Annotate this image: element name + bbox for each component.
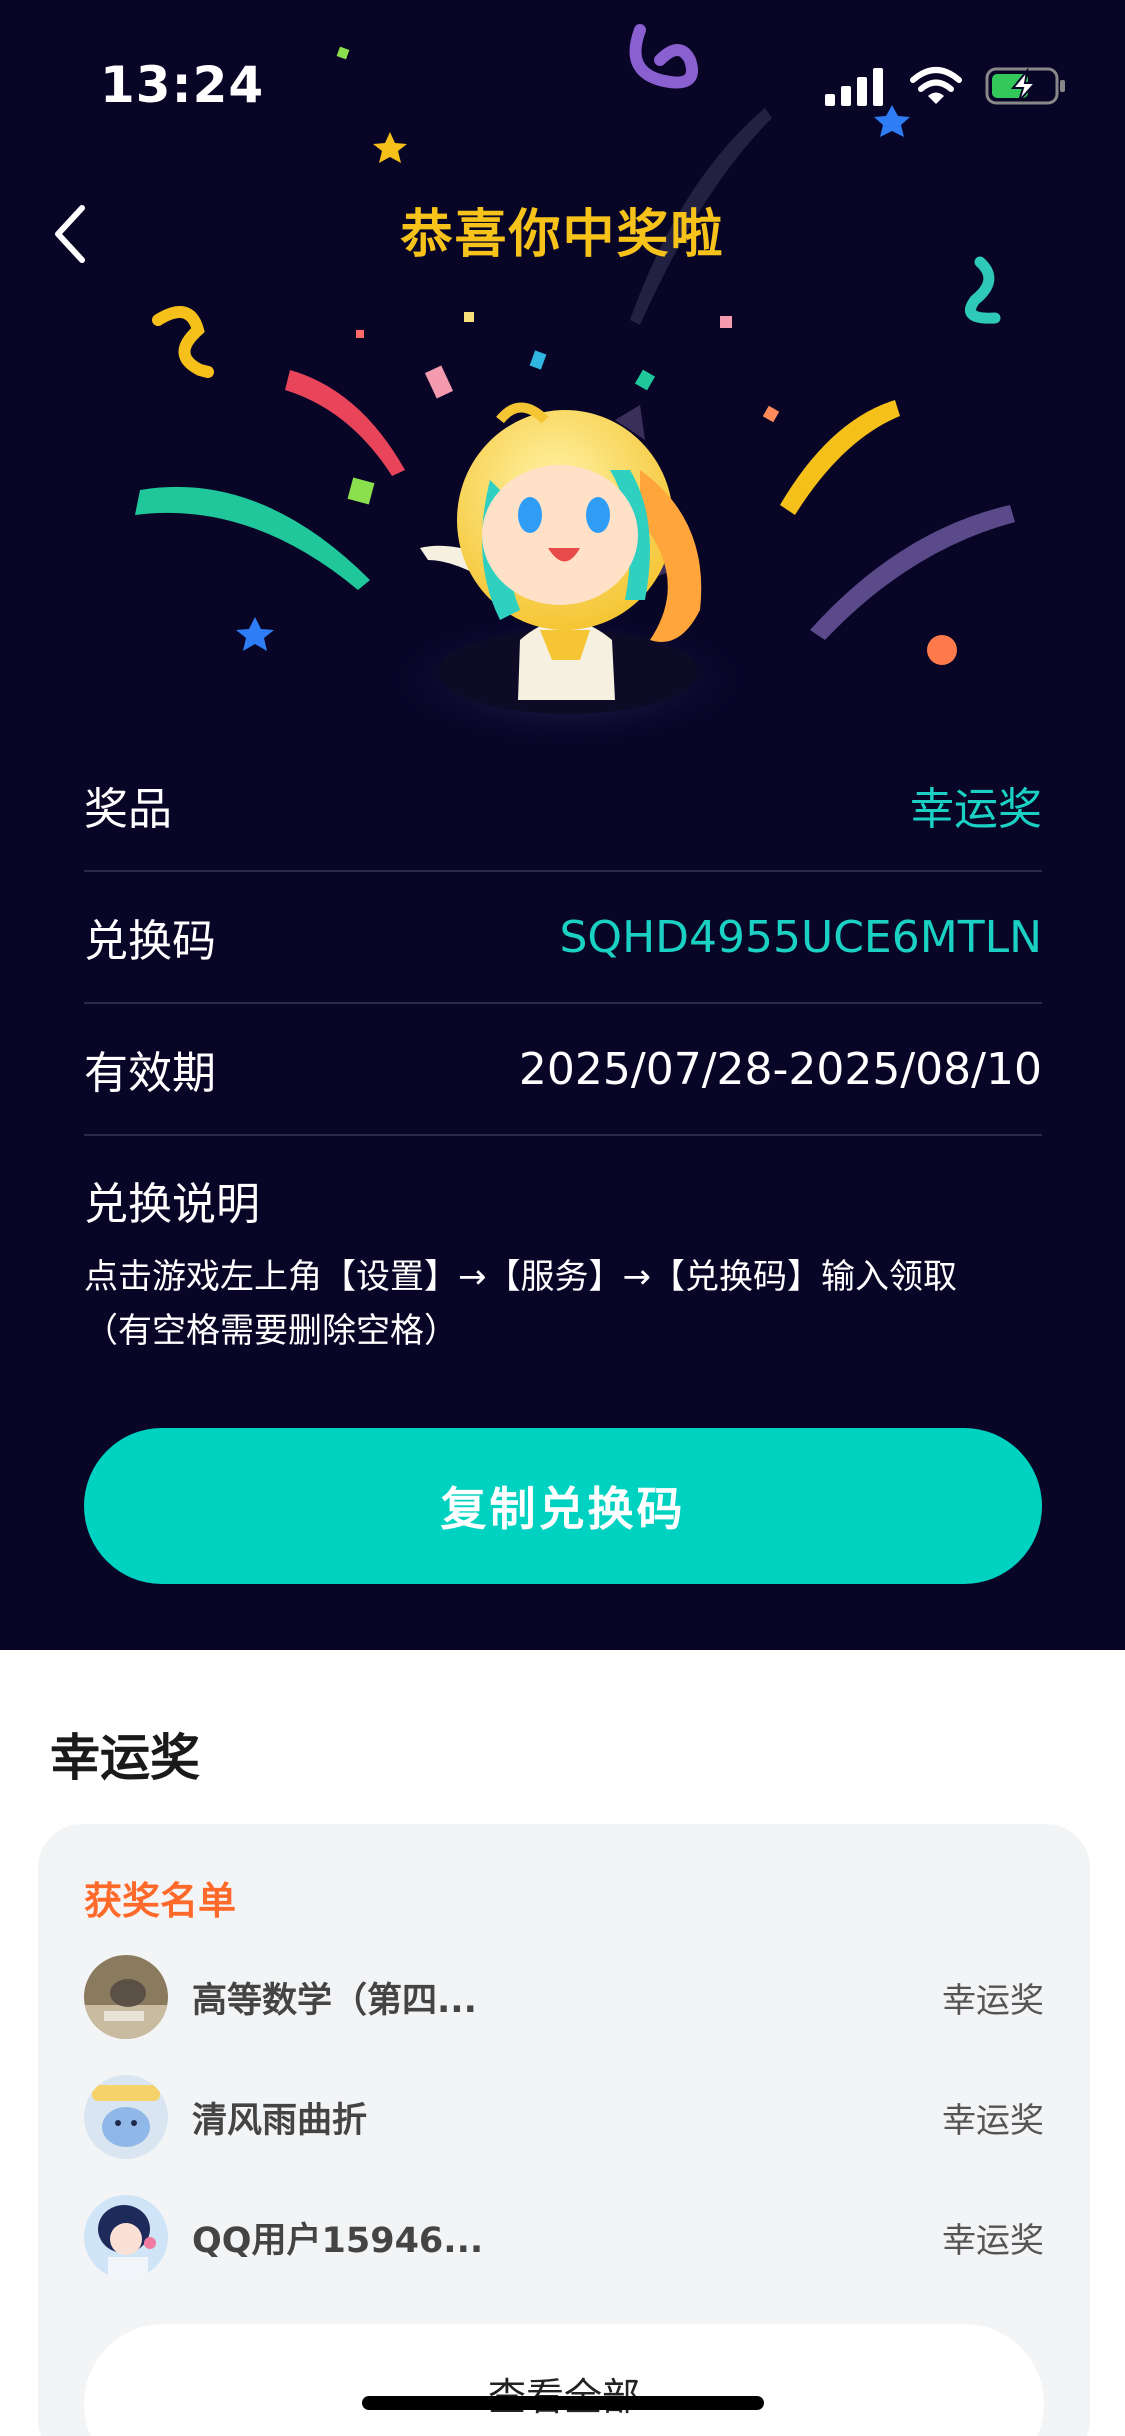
celebration-illustration bbox=[135, 24, 1015, 750]
photo-avatar bbox=[84, 1955, 168, 2039]
detail-row-code: 兑换码 SQHD4955UCE6MTLN bbox=[84, 872, 1042, 1004]
prize-details: 奖品 幸运奖 兑换码 SQHD4955UCE6MTLN 有效期 2025/07/… bbox=[84, 740, 1042, 1136]
prize-value: 幸运奖 bbox=[910, 784, 1042, 835]
signal-icon bbox=[825, 68, 883, 106]
detail-label: 奖品 bbox=[84, 784, 172, 835]
instructions-note: （有空格需要删除空格） bbox=[84, 1311, 458, 1351]
winner-name: 清风雨曲折 bbox=[192, 2100, 368, 2141]
battery-charging-icon bbox=[985, 67, 1065, 105]
page-title: 恭喜你中奖啦 bbox=[400, 205, 725, 265]
winner-prize: 幸运奖 bbox=[942, 2220, 1044, 2261]
winner-row[interactable]: 高等数学（第四... 幸运奖 bbox=[84, 1952, 1044, 2042]
status-icons bbox=[823, 66, 1067, 106]
winners-list-title: 获奖名单 bbox=[84, 1879, 237, 1923]
winner-row[interactable]: QQ用户15946... 幸运奖 bbox=[84, 2192, 1044, 2282]
view-all-button[interactable]: 查看全部 bbox=[84, 2324, 1044, 2436]
detail-label: 有效期 bbox=[84, 1048, 216, 1099]
copy-code-button[interactable]: 复制兑换码 bbox=[84, 1428, 1042, 1584]
home-indicator bbox=[362, 2396, 764, 2410]
winners-card: 获奖名单 高等数学（第四... 幸运奖 清风雨曲折 幸运奖 QQ用户15946.… bbox=[38, 1824, 1090, 2436]
validity-value: 2025/07/28-2025/08/10 bbox=[518, 1043, 1042, 1095]
redeem-code-value[interactable]: SQHD4955UCE6MTLN bbox=[560, 912, 1043, 963]
detail-row-prize: 奖品 幸运奖 bbox=[84, 740, 1042, 872]
detail-label: 兑换码 bbox=[84, 916, 216, 967]
winner-prize: 幸运奖 bbox=[942, 1980, 1044, 2021]
wifi-icon bbox=[910, 67, 962, 104]
instructions-line: 点击游戏左上角【设置】→【服务】→【兑换码】输入领取 bbox=[84, 1257, 957, 1297]
winner-row[interactable]: 清风雨曲折 幸运奖 bbox=[84, 2072, 1044, 2162]
winner-name: 高等数学（第四... bbox=[192, 1980, 477, 2021]
cartoon-avatar bbox=[84, 2075, 168, 2159]
anime-girl-avatar bbox=[84, 2195, 168, 2279]
detail-row-validity: 有效期 2025/07/28-2025/08/10 bbox=[84, 1004, 1042, 1136]
instructions-text: 点击游戏左上角【设置】→【服务】→【兑换码】输入领取 （有空格需要删除空格） bbox=[84, 1250, 1044, 1358]
winner-name: QQ用户15946... bbox=[192, 2220, 484, 2261]
prize-section-title: 幸运奖 bbox=[50, 1729, 200, 1787]
reward-panel: 13:24 恭喜你中奖啦 奖品 幸运奖 兑换码 SQHD4955UCE6MTLN… bbox=[0, 0, 1125, 1650]
status-time: 13:24 bbox=[100, 56, 265, 114]
winner-prize: 幸运奖 bbox=[942, 2100, 1044, 2141]
instructions-title: 兑换说明 bbox=[84, 1179, 260, 1230]
